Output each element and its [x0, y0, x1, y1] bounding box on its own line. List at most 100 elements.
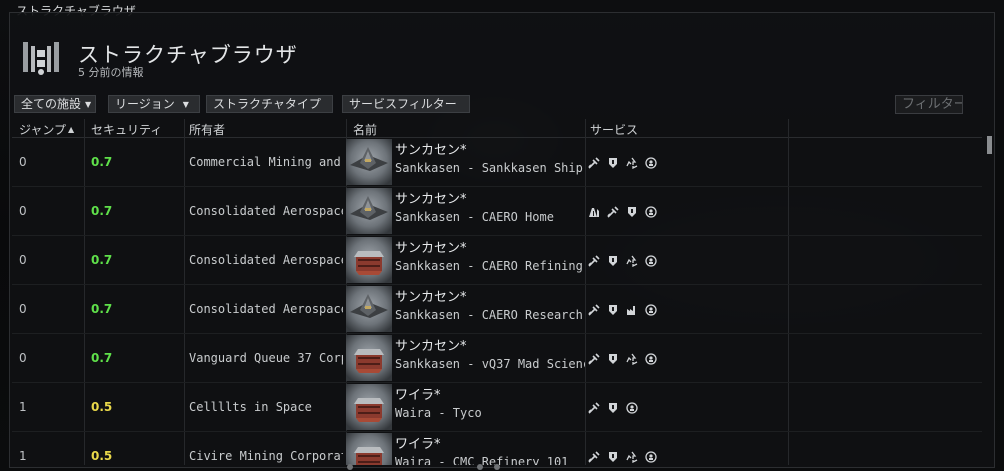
jump-count: 0 [19, 351, 27, 365]
clone-icon [645, 303, 657, 316]
filter-input[interactable] [895, 95, 963, 114]
structure-thumbnail[interactable] [346, 237, 392, 283]
system-name: サンカセン* [395, 339, 467, 354]
owner-name[interactable]: Cellllts in Space [189, 383, 343, 431]
table-row[interactable]: 0 0.7 Consolidated Aerospace サンカセン* Sankkase… [12, 285, 982, 334]
table-row[interactable]: 1 0.5 Cellllts in Space ワイラ* Waira - Tyco [12, 383, 982, 432]
system-name: サンカセン* [395, 143, 467, 158]
reprocess-icon [626, 255, 638, 267]
owner-name[interactable]: Civire Mining Corporati [189, 432, 343, 465]
security-status: 0.5 [91, 400, 113, 414]
repair-icon [588, 352, 600, 365]
security-status: 0.7 [91, 204, 113, 218]
service-icons [588, 383, 788, 431]
structure-full-name: Waira - Tyco [395, 406, 482, 420]
scrollbar[interactable] [985, 119, 994, 465]
scrollbar-thumb[interactable] [987, 136, 992, 154]
repair-icon [588, 450, 600, 463]
shield-icon [609, 353, 617, 364]
shield-icon [609, 451, 617, 462]
clone-icon [645, 205, 657, 218]
clone-icon [645, 156, 657, 169]
shield-icon [609, 304, 617, 315]
all-facilities-dropdown[interactable]: 全ての施設 ▼ [14, 95, 96, 113]
structure-thumbnail[interactable] [346, 139, 392, 185]
structures-table: ジャンプ ▲ セキュリティ 所有者 名前 サービス 0 0.7 Commercial … [12, 119, 982, 465]
sort-ascending-icon: ▲ [68, 125, 75, 134]
table-header: ジャンプ ▲ セキュリティ 所有者 名前 サービス [12, 119, 982, 138]
service-filter-button[interactable]: サービスフィルター [342, 95, 470, 113]
clone-icon [645, 352, 657, 365]
service-icons [588, 285, 788, 333]
all-facilities-label: 全ての施設 [21, 97, 82, 111]
structure-full-name: Sankkasen - vQ37 Mad Scienc [395, 357, 585, 371]
column-name[interactable]: 名前 [353, 121, 377, 138]
service-icons [588, 236, 788, 284]
chevron-down-icon: ▼ [85, 100, 92, 109]
service-icons [588, 187, 788, 235]
column-security[interactable]: セキュリティ [91, 121, 162, 138]
fitting-icon [589, 207, 599, 217]
system-name: サンカセン* [395, 290, 467, 305]
structure-name[interactable]: サンカセン* Sankkasen - CAERO Refining [395, 236, 585, 284]
structure-name[interactable]: サンカセン* Sankkasen - CAERO Research [395, 285, 585, 333]
structure-thumbnail[interactable] [346, 335, 392, 381]
structure-full-name: Sankkasen - Sankkasen Ship [395, 161, 583, 175]
structure-full-name: Sankkasen - CAERO Refining [395, 259, 583, 273]
column-services[interactable]: サービス [590, 121, 638, 138]
structure-name[interactable]: サンカセン* Sankkasen - Sankkasen Ship [395, 138, 585, 186]
region-dropdown[interactable]: リージョン ▼ [108, 95, 200, 113]
structure-thumbnail[interactable] [346, 188, 392, 234]
table-row[interactable]: 0 0.7 Consolidated Aerospace サンカセン* Sankkase… [12, 187, 982, 236]
table-row[interactable]: 0 0.7 Vanguard Queue 37 Corpo サンカセン* Sankkas… [12, 334, 982, 383]
repair-icon [588, 254, 600, 267]
reprocess-icon [626, 451, 638, 463]
structure-thumbnail[interactable] [346, 286, 392, 332]
region-label: リージョン [115, 97, 175, 111]
repair-icon [607, 205, 619, 218]
structure-full-name: Sankkasen - CAERO Home [395, 210, 554, 224]
shield-icon [609, 402, 617, 413]
service-icons [588, 432, 788, 465]
structure-name[interactable]: サンカセン* Sankkasen - vQ37 Mad Scienc [395, 334, 585, 382]
repair-icon [588, 303, 600, 316]
table-body: 0 0.7 Commercial Mining and I サンカセン* Sankkas… [12, 138, 982, 465]
shield-icon [609, 255, 617, 266]
table-row[interactable]: 0 0.7 Commercial Mining and I サンカセン* Sankkas… [12, 138, 982, 187]
column-owner[interactable]: 所有者 [189, 121, 225, 138]
table-row[interactable]: 0 0.7 Consolidated Aerospace サンカセン* Sankkase… [12, 236, 982, 285]
owner-name[interactable]: Vanguard Queue 37 Corpo [189, 334, 343, 382]
owner-name[interactable]: Consolidated Aerospace [189, 187, 343, 235]
structure-name[interactable]: ワイラ* Waira - Tyco [395, 383, 585, 431]
security-status: 0.7 [91, 302, 113, 316]
structure-full-name: Sankkasen - CAERO Research [395, 308, 583, 322]
window-resize-handle[interactable] [340, 458, 520, 471]
clone-icon [626, 401, 638, 414]
structure-type-button[interactable]: ストラクチャタイプ [206, 95, 333, 113]
jump-count: 0 [19, 155, 27, 169]
jump-count: 0 [19, 204, 27, 218]
jump-count: 1 [19, 449, 27, 463]
reprocess-icon [626, 157, 638, 169]
structure-thumbnail[interactable] [346, 384, 392, 430]
chevron-down-icon: ▼ [182, 100, 189, 109]
structure-type-label: ストラクチャタイプ [213, 97, 321, 111]
column-jump-label: ジャンプ [19, 123, 67, 137]
jump-count: 0 [19, 302, 27, 316]
column-jump[interactable]: ジャンプ ▲ [19, 121, 74, 138]
shield-icon [628, 206, 636, 217]
repair-icon [588, 156, 600, 169]
jump-count: 0 [19, 253, 27, 267]
system-name: ワイラ* [395, 437, 441, 452]
service-icons [588, 334, 788, 382]
owner-name[interactable]: Commercial Mining and I [189, 138, 343, 186]
owner-name[interactable]: Consolidated Aerospace [189, 285, 343, 333]
security-status: 0.7 [91, 155, 113, 169]
structure-name[interactable]: サンカセン* Sankkasen - CAERO Home [395, 187, 585, 235]
owner-name[interactable]: Consolidated Aerospace [189, 236, 343, 284]
structure-browser-icon [23, 42, 59, 75]
clone-icon [645, 254, 657, 267]
security-status: 0.5 [91, 449, 113, 463]
clone-icon [645, 450, 657, 463]
jump-count: 1 [19, 400, 27, 414]
